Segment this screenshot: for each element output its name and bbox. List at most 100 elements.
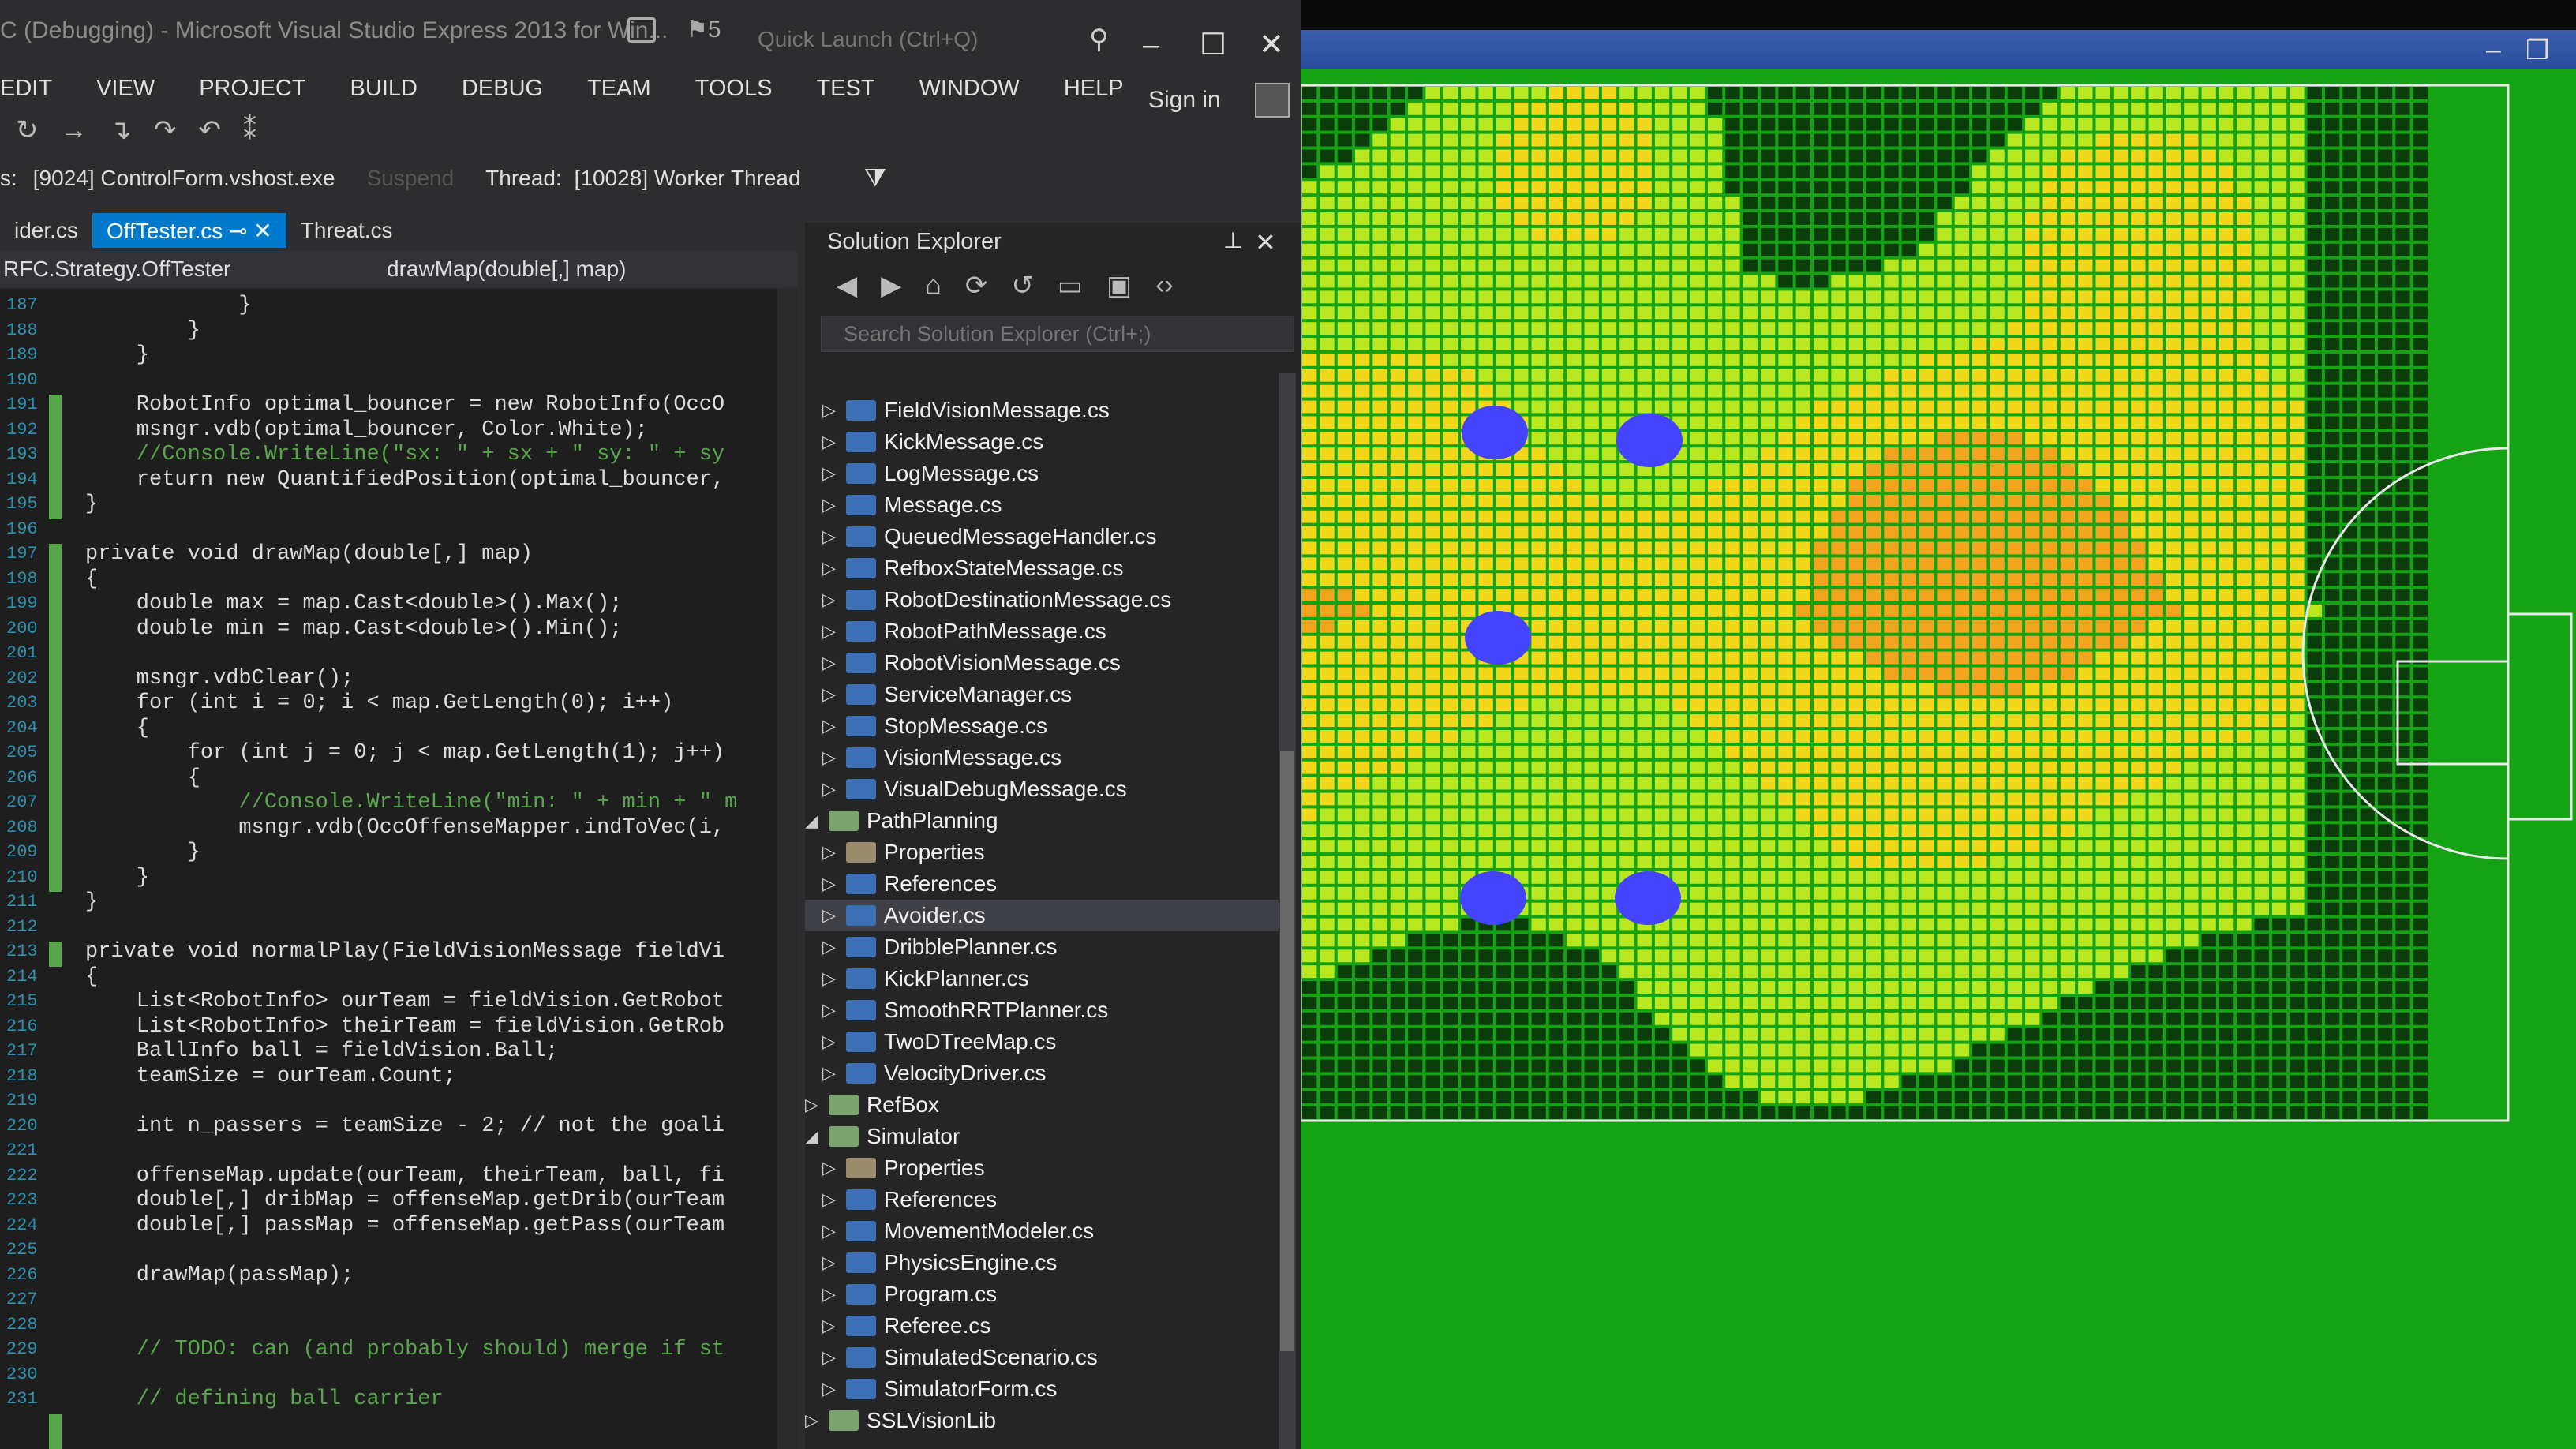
hex-display-icon[interactable]: ⁑ (243, 114, 256, 146)
suspend-button[interactable]: Suspend (367, 166, 455, 191)
code-line[interactable]: { (85, 717, 149, 740)
tab-threat[interactable]: Threat.cs (286, 213, 407, 248)
tab-offtester[interactable]: OffTester.cs ⊸ ✕ (92, 213, 286, 248)
expand-arrow-icon[interactable]: ▷ (822, 1063, 846, 1084)
solution-search-input[interactable] (821, 316, 1294, 352)
expand-arrow-icon[interactable]: ▷ (822, 653, 846, 673)
code-line[interactable]: //Console.WriteLine("min: " + min + " m (85, 791, 737, 814)
tree-item[interactable]: ▷ TwoDTreeMap.cs (805, 1026, 1279, 1058)
pin-icon[interactable]: ⊥ (1223, 227, 1242, 253)
notification-icon[interactable] (627, 17, 656, 43)
expand-arrow-icon[interactable]: ▷ (822, 1158, 846, 1178)
step-over-icon[interactable]: ↷ (154, 114, 177, 146)
expand-arrow-icon[interactable]: ◢ (805, 811, 829, 831)
expand-arrow-icon[interactable]: ▷ (822, 842, 846, 863)
code-line[interactable]: } (85, 343, 149, 367)
code-line[interactable]: msngr.vdbClear(); (85, 667, 354, 691)
tree-item[interactable]: ▷ DribblePlanner.cs (805, 931, 1279, 963)
tree-item[interactable]: ▷ RobotVisionMessage.cs (805, 647, 1279, 679)
tree-item[interactable]: ▷ Message.cs (805, 489, 1279, 521)
code-line[interactable]: RobotInfo optimal_bouncer = new RobotInf… (85, 393, 724, 417)
scrollbar-thumb[interactable] (1280, 751, 1294, 1351)
expand-arrow-icon[interactable]: ◢ (805, 1126, 829, 1147)
expand-arrow-icon[interactable]: ▷ (805, 1095, 829, 1115)
view-code-icon[interactable]: ‹› (1155, 270, 1174, 301)
close-icon[interactable]: ✕ (1255, 227, 1276, 257)
tree-item[interactable]: ▷ KickPlanner.cs (805, 963, 1279, 994)
expand-arrow-icon[interactable]: ▷ (822, 1284, 846, 1305)
tab-avoider[interactable]: ider.cs (0, 213, 92, 248)
sync-icon[interactable]: ⟳ (965, 270, 988, 301)
code-line[interactable]: double[,] dribMap = offenseMap.getDrib(o… (85, 1189, 724, 1212)
tree-item[interactable]: ▷ StopMessage.cs (805, 710, 1279, 742)
expand-arrow-icon[interactable]: ▷ (805, 1410, 829, 1431)
code-line[interactable]: teamSize = ourTeam.Count; (85, 1065, 456, 1088)
expand-arrow-icon[interactable]: ▷ (822, 463, 846, 484)
tree-item[interactable]: ▷ Properties (805, 837, 1279, 868)
pin-icon[interactable]: ⊸ (229, 219, 247, 243)
feedback-flag-count[interactable]: ⚑5 (687, 16, 721, 43)
step-out-icon[interactable]: ↶ (199, 114, 222, 146)
tree-item[interactable]: ▷ PhysicsEngine.cs (805, 1247, 1279, 1279)
expand-arrow-icon[interactable]: ▷ (822, 590, 846, 610)
menu-debug[interactable]: DEBUG (462, 76, 543, 102)
code-line[interactable]: drawMap(passMap); (85, 1264, 354, 1287)
tree-item[interactable]: ▷ MovementModeler.cs (805, 1215, 1279, 1247)
maximize-icon[interactable]: ❐ (2525, 35, 2549, 66)
code-line[interactable]: double max = map.Cast<double>().Max(); (85, 592, 623, 616)
expand-arrow-icon[interactable]: ▷ (822, 495, 846, 515)
tree-item[interactable]: ▷ SimulatorForm.cs (805, 1373, 1279, 1405)
filter-icon[interactable]: ⧩ (864, 163, 887, 193)
code-line[interactable]: offenseMap.update(ourTeam, theirTeam, ba… (85, 1164, 724, 1188)
code-line[interactable]: } (85, 319, 200, 343)
close-tab-icon[interactable]: ✕ (253, 219, 271, 243)
tree-item[interactable]: ▷ References (805, 868, 1279, 900)
tree-item[interactable]: ▷ Referee.cs (805, 1310, 1279, 1342)
search-icon[interactable]: ⚲ (1089, 24, 1109, 55)
tree-item[interactable]: ▷ SmoothRRTPlanner.cs (805, 994, 1279, 1026)
code-editor[interactable]: 187 188 189 190 191 192 193 194 195 196 197 198 199 2… (0, 289, 797, 1449)
menu-project[interactable]: PROJECT (199, 76, 305, 102)
home-icon[interactable]: ⌂ (925, 270, 942, 301)
code-line[interactable]: private void normalPlay(FieldVisionMessa… (85, 940, 724, 964)
refresh-icon[interactable]: ↺ (1011, 270, 1034, 301)
restart-icon[interactable]: ↻ (16, 114, 39, 146)
expand-arrow-icon[interactable]: ▷ (822, 716, 846, 736)
tree-item[interactable]: ▷ Program.cs (805, 1279, 1279, 1310)
expand-arrow-icon[interactable]: ▷ (822, 400, 846, 421)
code-line[interactable]: } (85, 866, 149, 889)
code-line[interactable]: BallInfo ball = fieldVision.Ball; (85, 1039, 559, 1063)
tree-item[interactable]: ▷ SSLVisionLib (805, 1405, 1279, 1436)
tree-item[interactable]: ▷ RefBox (805, 1089, 1279, 1121)
tree-item[interactable]: ▷ Avoider.cs (805, 900, 1279, 931)
code-line[interactable]: double min = map.Cast<double>().Min(); (85, 617, 623, 641)
tree-item[interactable]: ▷ RobotDestinationMessage.cs (805, 584, 1279, 616)
menu-tools[interactable]: TOOLS (695, 76, 773, 102)
expand-arrow-icon[interactable]: ▷ (822, 1316, 846, 1336)
tree-item[interactable]: ▷ VelocityDriver.cs (805, 1058, 1279, 1089)
expand-arrow-icon[interactable]: ▷ (822, 905, 846, 926)
forward-icon[interactable]: ▶ (881, 270, 901, 301)
code-line[interactable]: msngr.vdb(OccOffenseMapper.indToVec(i, (85, 816, 724, 840)
expand-arrow-icon[interactable]: ▷ (822, 1000, 846, 1020)
menu-view[interactable]: VIEW (96, 76, 155, 102)
show-next-statement-icon[interactable]: → (61, 115, 88, 146)
expand-arrow-icon[interactable]: ▷ (822, 684, 846, 705)
process-select[interactable]: [9024] ControlForm.vshost.exe (33, 166, 335, 191)
member-dropdown[interactable]: drawMap(double[,] map) (371, 256, 626, 282)
code-line[interactable]: //Console.WriteLine("sx: " + sx + " sy: … (85, 443, 724, 466)
tree-item[interactable]: ▷ LogMessage.cs (805, 458, 1279, 489)
code-line[interactable]: return new QuantifiedPosition(optimal_bo… (85, 468, 724, 492)
step-into-icon[interactable]: ↴ (110, 114, 133, 146)
tree-item[interactable]: ◢ Simulator (805, 1121, 1279, 1152)
menu-team[interactable]: TEAM (587, 76, 651, 102)
code-line[interactable]: int n_passers = teamSize - 2; // not the… (85, 1114, 724, 1138)
menu-help[interactable]: HELP (1064, 76, 1124, 102)
expand-arrow-icon[interactable]: ▷ (822, 1032, 846, 1052)
expand-arrow-icon[interactable]: ▷ (822, 1221, 846, 1241)
expand-arrow-icon[interactable]: ▷ (822, 526, 846, 547)
minimize-icon[interactable]: – (1143, 30, 1159, 60)
minimize-icon[interactable]: – (2486, 35, 2501, 66)
soccer-field-canvas[interactable] (1301, 69, 2576, 1449)
collapse-all-icon[interactable]: ▭ (1058, 270, 1083, 301)
